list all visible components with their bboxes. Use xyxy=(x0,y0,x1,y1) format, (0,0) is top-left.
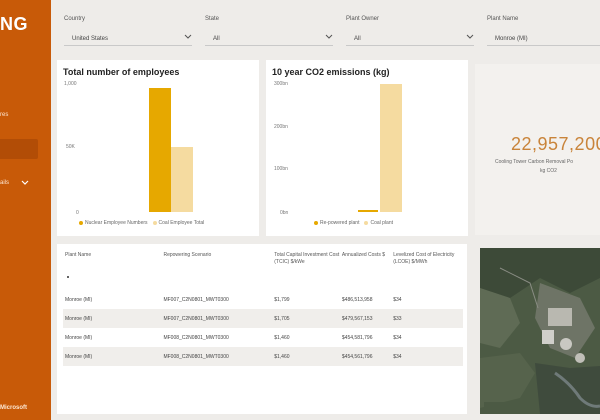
cell-scenario: MF008_C2N0801_MWT0300 xyxy=(161,347,273,366)
bar-coal-co2[interactable] xyxy=(380,84,402,212)
sidebar: NG res ails Microsoft xyxy=(0,0,51,420)
filter-country[interactable]: Country United States xyxy=(64,12,192,48)
cell-scenario: MF007_C2N0801_MWT0300 xyxy=(163,296,229,303)
filter-label: State xyxy=(205,16,220,22)
y-tick-label: 1,000 xyxy=(64,81,77,87)
cell-tcic: $1,705 xyxy=(272,309,340,328)
cell-tcic: $1,460 xyxy=(274,334,290,341)
filter-underline xyxy=(346,45,474,46)
y-tick-label: 100bn xyxy=(274,166,288,172)
cell-scenario: MF008_C2N0801_MWT0300 xyxy=(163,334,229,341)
filter-label: Plant Owner xyxy=(346,16,380,22)
filter-state[interactable]: State All xyxy=(205,12,333,48)
filter-value[interactable]: United States xyxy=(72,36,108,42)
sidebar-footer-brand: Microsoft xyxy=(0,405,27,411)
column-header[interactable]: Total Capital Investment Cost (TCIC) $/k… xyxy=(272,252,340,290)
table-row[interactable]: Monroe (MI) MF007_C2N0801_MWT0300 $1,705… xyxy=(63,309,463,328)
y-tick-label: 50K xyxy=(66,144,76,150)
column-header[interactable]: Levelized Cost of Electricity (LCOE) $/M… xyxy=(391,252,463,290)
cell-lcoe: $33 xyxy=(391,309,463,328)
column-header[interactable]: Repowering Scenario xyxy=(161,252,272,290)
legend-swatch xyxy=(79,221,83,225)
employees-chart-card: Total number of employees 1,000 50K 0 Nu… xyxy=(57,60,259,236)
y-tick-label: 0 xyxy=(76,210,79,216)
chart-legend: Re-powered plant Coal plant xyxy=(314,220,393,226)
filter-plant-name[interactable]: Plant Name Monroe (MI) xyxy=(487,12,600,48)
table-header-row: Plant Name Repowering Scenario Total Cap… xyxy=(63,252,463,290)
bar-repowered-co2[interactable] xyxy=(358,210,378,212)
filter-value[interactable]: Monroe (MI) xyxy=(495,36,528,42)
cell-plant-name: Monroe (MI) xyxy=(65,334,93,341)
chart-legend: Nuclear Employee Numbers Coal Employee T… xyxy=(79,220,204,226)
cell-annualized-cost: $454,561,796 xyxy=(339,347,392,366)
legend-label: Coal Employee Total xyxy=(158,220,205,226)
filter-plant-owner[interactable]: Plant Owner All xyxy=(346,12,474,48)
employees-chart: 1,000 50K 0 xyxy=(64,81,193,216)
cell-scenario: MF007_C2N0801_MWT0300 xyxy=(161,309,273,328)
filter-underline xyxy=(64,45,192,46)
filter-label: Country xyxy=(64,16,86,22)
chevron-down-icon[interactable] xyxy=(325,34,333,40)
kpi-label: Cooling Tower Carbon Removal Po xyxy=(495,159,574,165)
app-logo: NG xyxy=(0,14,28,34)
chevron-down-icon[interactable] xyxy=(21,180,29,186)
cell-plant-name: Monroe (MI) xyxy=(63,309,162,328)
cell-plant-name: Monroe (MI) xyxy=(63,347,162,366)
co2-chart: 300bn 200bn 100bn 0bn xyxy=(274,81,402,216)
bar-coal-employees[interactable] xyxy=(171,147,193,212)
scenario-table: Plant Name Repowering Scenario Total Cap… xyxy=(63,252,463,366)
kpi-unit: kg CO2 xyxy=(540,168,557,174)
cell-annualized-cost: $454,581,796 xyxy=(341,334,373,341)
sort-indicator-icon[interactable] xyxy=(67,276,69,278)
map-image[interactable] xyxy=(480,248,600,414)
cell-tcic: $1,799 xyxy=(274,296,290,303)
table-row[interactable]: Monroe (MI) MF007_C2N0801_MWT0300 $1,799… xyxy=(63,290,463,309)
sidebar-item-2[interactable]: ails xyxy=(0,180,9,186)
cell-lcoe: $34 xyxy=(393,296,402,303)
filter-label: Plant Name xyxy=(487,16,519,22)
y-tick-label: 200bn xyxy=(274,124,288,130)
legend-label: Coal plant xyxy=(370,220,393,226)
filter-value[interactable]: All xyxy=(213,36,220,42)
kpi-value: 22,957,200 xyxy=(511,134,600,154)
y-tick-label: 300bn xyxy=(274,81,288,87)
scenario-table-card: Plant Name Repowering Scenario Total Cap… xyxy=(57,244,467,414)
cell-plant-name: Monroe (MI) xyxy=(65,296,93,303)
cell-lcoe: $34 xyxy=(391,347,463,366)
legend-label: Re-powered plant xyxy=(320,220,360,226)
sidebar-item-1[interactable]: res xyxy=(0,112,8,118)
legend-swatch xyxy=(152,221,157,225)
cell-annualized-cost: $479,567,153 xyxy=(339,309,392,328)
table-row[interactable]: Monroe (MI) MF008_C2N0801_MWT0300 $1,460… xyxy=(63,347,463,366)
chevron-down-icon[interactable] xyxy=(466,34,474,40)
column-header[interactable]: Plant Name xyxy=(63,252,161,290)
legend-label: Nuclear Employee Numbers xyxy=(85,220,148,226)
y-tick-label: 0bn xyxy=(280,210,289,216)
cell-annualized-cost: $486,513,958 xyxy=(341,296,373,303)
table-row[interactable]: Monroe (MI) MF008_C2N0801_MWT0300 $1,460… xyxy=(63,328,463,347)
filter-value[interactable]: All xyxy=(354,36,361,42)
filter-underline xyxy=(205,45,333,46)
cell-tcic: $1,460 xyxy=(272,347,340,366)
filter-underline xyxy=(487,45,600,46)
bar-nuclear-employees[interactable] xyxy=(149,88,171,212)
cell-lcoe: $34 xyxy=(393,334,402,341)
satellite-map[interactable] xyxy=(480,248,600,414)
sidebar-active-item[interactable] xyxy=(0,139,38,159)
legend-swatch xyxy=(314,221,318,225)
legend-swatch xyxy=(364,221,369,225)
column-header[interactable]: Annualized Costs $ xyxy=(340,252,391,290)
chevron-down-icon[interactable] xyxy=(184,34,192,40)
co2-chart-card: 10 year CO2 emissions (kg) 300bn 200bn 1… xyxy=(266,60,468,236)
